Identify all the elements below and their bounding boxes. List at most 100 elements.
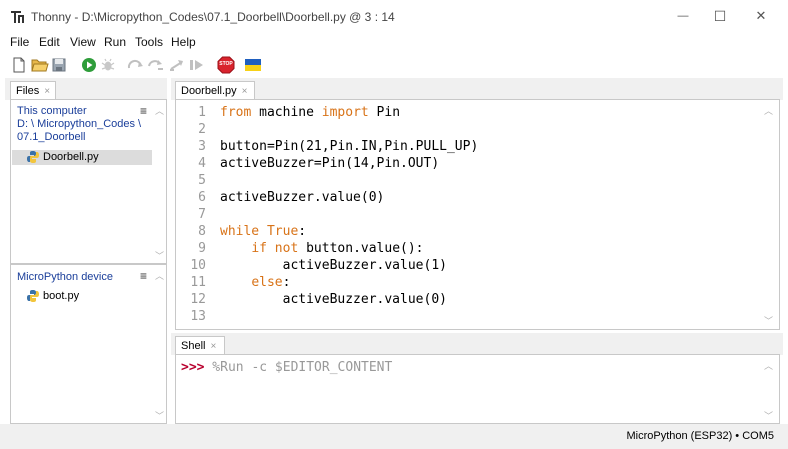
menu-bar: File Edit View Run Tools Help <box>0 32 788 52</box>
breadcrumb-folder[interactable]: 07.1_Doorbell <box>17 131 86 143</box>
new-file-icon[interactable] <box>10 56 28 74</box>
stop-icon[interactable]: STOP <box>216 56 236 74</box>
tab-doorbell-py[interactable]: Doorbell.py × <box>175 81 255 100</box>
code-text: : <box>282 275 291 290</box>
close-tab-icon[interactable]: × <box>242 86 248 97</box>
tab-files[interactable]: Files × <box>10 81 56 100</box>
menu-help[interactable]: Help <box>171 35 196 49</box>
file-row[interactable]: boot.py <box>12 289 152 304</box>
menu-run[interactable]: Run <box>104 35 126 49</box>
close-tab-icon[interactable]: × <box>44 86 50 97</box>
code-line: from machine import Pin <box>220 105 400 120</box>
title-bar: Thonny - D:\Micropython_Codes\07.1_Doorb… <box>0 0 788 32</box>
line-number: 12 <box>190 292 206 307</box>
step-out-icon[interactable] <box>168 56 186 74</box>
line-number: 11 <box>190 275 206 290</box>
menu-edit[interactable]: Edit <box>39 35 60 49</box>
python-file-icon <box>26 289 40 306</box>
file-name: Doorbell.py <box>43 151 99 163</box>
code-text: button=Pin(21,Pin.IN,Pin.PULL_UP) <box>220 139 479 154</box>
menu-file[interactable]: File <box>10 35 29 49</box>
line-number: 7 <box>198 207 206 222</box>
tab-files-label: Files <box>16 85 40 97</box>
debug-icon[interactable] <box>99 56 117 74</box>
code-text: Pin <box>368 105 401 120</box>
code-keyword: import <box>321 105 369 120</box>
step-into-icon[interactable] <box>147 56 165 74</box>
close-tab-icon[interactable]: × <box>210 341 216 352</box>
maximize-icon: ☐ <box>713 7 727 24</box>
code-editor[interactable]: 1 2 3 4 5 6 7 8 9 10 11 12 13 from machine import Pi… <box>175 99 780 330</box>
open-folder-icon[interactable] <box>31 56 49 74</box>
code-line: while True: <box>220 224 306 239</box>
code-text: activeBuzzer=Pin(14,Pin.OUT) <box>220 156 440 171</box>
line-number: 10 <box>190 258 206 273</box>
shell-prompt: >>> <box>181 360 205 375</box>
code-line: activeBuzzer.value(0) <box>220 190 384 205</box>
line-number: 6 <box>198 190 206 205</box>
code-keyword: from <box>220 105 252 120</box>
line-number: 5 <box>198 173 206 188</box>
this-computer-pane: This computer D: \ Micropython_Codes \ 0… <box>10 99 167 264</box>
code-text: : <box>298 224 307 239</box>
code-keyword: True <box>266 224 299 239</box>
device-pane-menu-icon[interactable]: ≡ <box>140 269 147 283</box>
close-button[interactable]: ✕ <box>738 0 784 32</box>
line-number-gutter: 1 2 3 4 5 6 7 8 9 10 11 12 13 <box>176 100 216 329</box>
scroll-up-icon[interactable]: ︿ <box>155 269 164 282</box>
maximize-button[interactable]: ☐ <box>697 0 743 32</box>
python-file-icon <box>26 150 40 167</box>
shell-console[interactable]: >>> %Run -c $EDITOR_CONTENT ︿ ﹀ <box>175 354 780 424</box>
interpreter-status[interactable]: MicroPython (ESP32) • COM5 <box>626 430 774 442</box>
scroll-up-icon[interactable]: ︿ <box>764 359 773 372</box>
editor-tab-label: Doorbell.py <box>181 85 237 97</box>
stop-label: STOP <box>219 61 233 67</box>
menu-tools[interactable]: Tools <box>135 35 163 49</box>
line-number: 8 <box>198 224 206 239</box>
file-row-selected[interactable]: Doorbell.py <box>12 150 152 165</box>
thonny-logo-icon <box>11 10 25 24</box>
pane-menu-icon[interactable]: ≡ <box>140 104 147 118</box>
code-keyword: if <box>251 241 267 256</box>
menu-view[interactable]: View <box>70 35 96 49</box>
step-over-icon[interactable] <box>127 56 145 74</box>
scroll-down-icon[interactable]: ﹀ <box>155 409 164 422</box>
code-keyword: not <box>274 241 299 256</box>
file-name: boot.py <box>43 290 80 302</box>
line-number: 1 <box>198 105 206 120</box>
resume-icon[interactable] <box>188 56 206 74</box>
code-text: activeBuzzer.value(1) <box>220 258 447 273</box>
scroll-down-icon[interactable]: ﹀ <box>764 409 773 422</box>
scroll-up-icon[interactable]: ︿ <box>764 104 773 117</box>
tab-shell[interactable]: Shell × <box>175 336 225 355</box>
device-pane: MicroPython device ≡ ︿ ﹀ boot.py <box>10 264 167 424</box>
code-line: activeBuzzer=Pin(14,Pin.OUT) <box>220 156 439 171</box>
save-icon[interactable] <box>50 56 68 74</box>
code-text: activeBuzzer.value(0) <box>220 190 385 205</box>
ukraine-flag-icon[interactable] <box>245 56 261 74</box>
line-number: 13 <box>190 309 206 324</box>
scroll-down-icon[interactable]: ﹀ <box>764 314 773 327</box>
window-title: Thonny - D:\Micropython_Codes\07.1_Doorb… <box>31 10 395 24</box>
code-area[interactable]: from machine import Pin button=Pin(21,Pin… <box>220 100 760 329</box>
close-icon: ✕ <box>755 8 767 23</box>
scroll-up-icon[interactable]: ︿ <box>155 104 164 117</box>
shell-tab-strip: Shell × <box>171 333 783 355</box>
shell-line: >>> %Run -c $EDITOR_CONTENT <box>181 360 392 375</box>
code-keyword: else <box>251 275 283 290</box>
line-number: 2 <box>198 122 206 137</box>
this-computer-heading: This computer <box>17 105 87 117</box>
run-icon[interactable] <box>80 56 98 74</box>
code-text: machine <box>251 105 322 120</box>
code-line: if not button.value(): <box>220 241 423 256</box>
code-text: activeBuzzer.value(0) <box>220 292 447 307</box>
breadcrumb-path[interactable]: D: \ Micropython_Codes \ <box>17 118 141 130</box>
code-keyword: while <box>220 224 260 239</box>
scroll-down-icon[interactable]: ﹀ <box>155 249 164 262</box>
shell-tab-label: Shell <box>181 340 206 352</box>
editor-tab-strip: Doorbell.py × <box>171 78 783 100</box>
files-tab-strip: Files × <box>5 78 167 100</box>
